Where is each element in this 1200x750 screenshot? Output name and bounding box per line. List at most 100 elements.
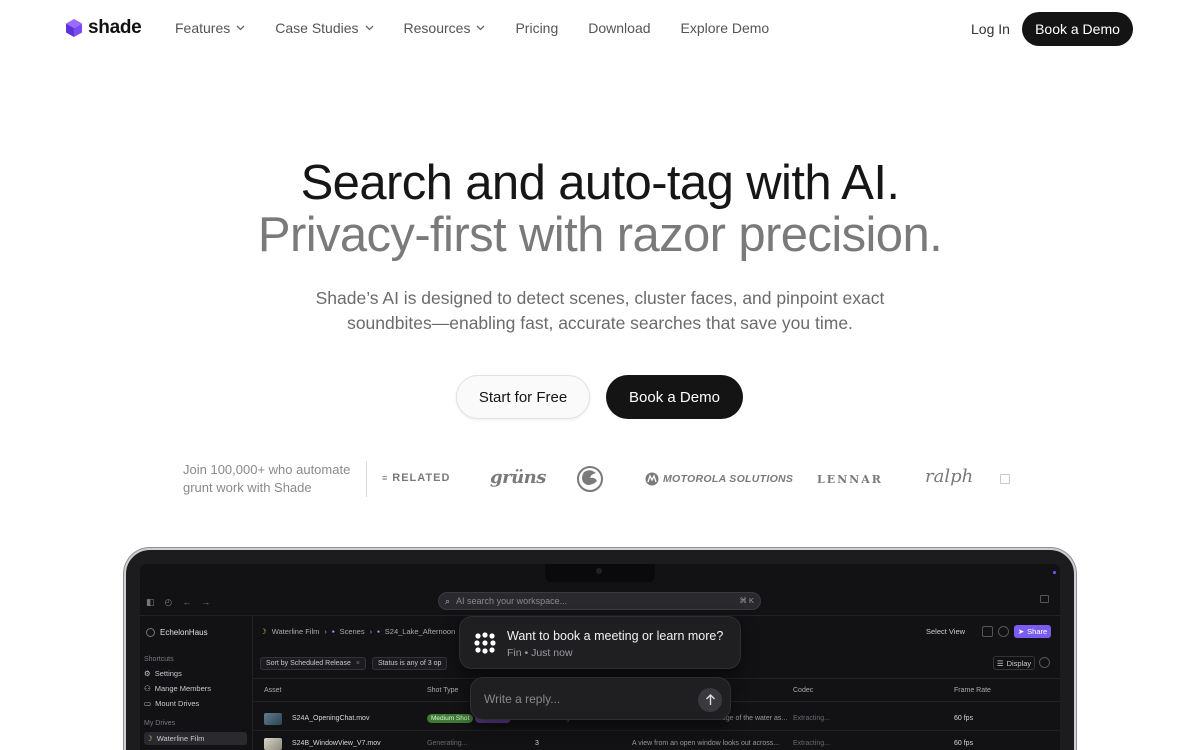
app-sidebar: EchelonHaus Shortcuts ⚙ Settings ⚇ Mange… [140,616,253,750]
brand-ralph-logo: ralph [925,466,973,487]
drives-label: My Drives [144,720,176,727]
sidebar-item-label: Mange Members [154,684,212,693]
brand-related-text: RELATED [392,472,451,484]
book-demo-button[interactable]: Book a Demo [606,375,743,419]
nav-features[interactable]: Features [175,20,245,36]
breadcrumb-item[interactable]: Waterline Film [272,627,320,636]
display-icon: ☰ [996,658,1004,668]
search-icon[interactable] [1039,657,1050,668]
sidebar-item-members[interactable]: ⚇ Mange Members [144,684,211,693]
display-label: Display [1006,658,1032,668]
members-icon: ⚇ [144,684,151,693]
cloud-icon[interactable] [982,626,993,637]
select-view-label: Select View [926,627,966,636]
sidebar-item-mount-drives[interactable]: ▭ Mount Drives [144,699,199,708]
brand-lennar-text: LENNAR [817,473,883,486]
folder-icon: ▪ [331,627,335,636]
ai-search-input[interactable]: ⌕ AI search your workspace... ⌘ K [438,592,761,610]
table-row[interactable]: S24B_WindowView_V7.mov Generating... 3 A… [253,732,1060,750]
select-view-dropdown[interactable]: Select View [926,627,965,636]
brand-related-logo: ≡ RELATED [382,472,450,484]
divider [366,461,367,497]
breadcrumb-item[interactable]: S24_Lake_Afternoon [385,627,455,636]
shot-type-tag: Medium Shot [427,714,474,723]
brand-lennar-logo: LENNAR [817,473,883,486]
chat-message-bubble[interactable]: Want to book a meeting or learn more? Fi… [459,616,741,669]
brand-ralph-text: ralph [925,466,974,487]
brand-gruns-text: grüns [490,467,546,488]
video-thumbnail [264,738,282,750]
nav-case-studies-label: Case Studies [275,20,359,36]
chevron-down-icon [476,25,485,31]
description-cell: A view from an open window looks out acr… [632,740,780,747]
sidebar-toggle-icon[interactable]: ◧ [146,597,155,608]
social-proof-text: Join 100,000+ who automate grunt work wi… [183,462,351,495]
sort-chip-label: Sort by Scheduled Release [266,660,351,667]
column-codec[interactable]: Codec [793,687,813,694]
nav-download[interactable]: Download [588,20,650,36]
book-demo-nav-button[interactable]: Book a Demo [1022,12,1133,46]
breadcrumb-item[interactable]: Scenes [340,627,365,636]
column-frame-rate[interactable]: Frame Rate [954,687,991,694]
sidebar-item-settings[interactable]: ⚙ Settings [144,669,182,678]
workspace-icon [146,628,155,637]
brand-gruns-logo: grüns [490,467,546,488]
frame-rate-cell: 60 fps [954,740,974,747]
motorola-m-icon [645,472,659,486]
video-thumbnail [264,713,282,725]
column-asset[interactable]: Asset [264,687,282,694]
brand-name: shade [88,17,142,38]
brand-logo[interactable]: shade [66,17,142,39]
codec-cell: Extracting... [793,740,830,747]
nav-links: Features Case Studies Resources Pricing … [175,20,799,36]
asset-name: S24A_OpeningChat.mov [292,715,370,722]
sidebar-item-label: Waterline Film [156,734,205,743]
intercom-logo-icon [474,632,496,654]
flames-logo-icon [577,466,603,492]
workspace-switcher[interactable]: EchelonHaus [146,628,208,637]
search-shortcut: ⌘ K [739,596,754,605]
sort-chip[interactable]: Sort by Scheduled Release × [260,657,366,670]
chat-message-text: Want to book a meeting or learn more? [507,629,724,643]
sidebar-item-waterline-film[interactable]: ☽ Waterline Film [144,732,247,745]
nav-pricing[interactable]: Pricing [515,20,558,36]
status-filter-label: Status is any of 3 op [377,660,442,667]
close-icon[interactable]: × [356,660,360,667]
start-free-button[interactable]: Start for Free [456,375,590,419]
reply-placeholder: Write a reply... [484,692,561,706]
login-link[interactable]: Log In [971,21,1010,37]
gear-icon: ⚙ [144,669,151,678]
app-toolbar: ◧ ◴ ← → ⌕ AI search your workspace... ⌘ … [140,584,1060,616]
chat-reply-input[interactable]: Write a reply... [470,677,731,720]
frame-rate-cell: 60 fps [954,715,974,722]
share-button[interactable]: ➤ Share [1014,625,1051,638]
sidebar-item-label: Mount Drives [155,699,200,708]
chat-message-meta: Fin • Just now [507,647,573,659]
hero-title: Search and auto-tag with AI. [300,156,900,210]
shade-logo-icon [66,19,82,37]
asset-name: S24B_WindowView_V7.mov [292,740,381,747]
chevron-right-icon: › [369,627,373,636]
sidebar-item-label: Settings [154,669,182,678]
nav-features-label: Features [175,20,231,36]
status-filter-chip[interactable]: Status is any of 3 op [371,657,448,670]
nav-explore-demo[interactable]: Explore Demo [681,20,770,36]
forward-arrow-icon[interactable]: → [201,597,210,608]
nav-resources-label: Resources [403,20,471,36]
window-controls: ◧ ◴ ← → [146,597,210,608]
chevron-down-icon [236,25,245,31]
download-icon[interactable] [998,626,1009,637]
nav-resources[interactable]: Resources [404,20,486,36]
display-button[interactable]: ☰ Display [993,656,1035,670]
moon-icon: ☽ [146,734,153,743]
status-dot [1053,571,1056,574]
send-button[interactable] [698,688,722,712]
history-icon[interactable]: ◴ [165,597,173,608]
moon-icon: ☽ [260,627,267,636]
nav-case-studies[interactable]: Case Studies [275,20,373,36]
back-arrow-icon[interactable]: ← [182,597,191,608]
drive-icon: ▭ [144,699,152,708]
chevron-down-icon [365,25,373,31]
column-shot-type[interactable]: Shot Type [427,687,458,694]
panel-toggle-icon[interactable] [1040,595,1049,603]
